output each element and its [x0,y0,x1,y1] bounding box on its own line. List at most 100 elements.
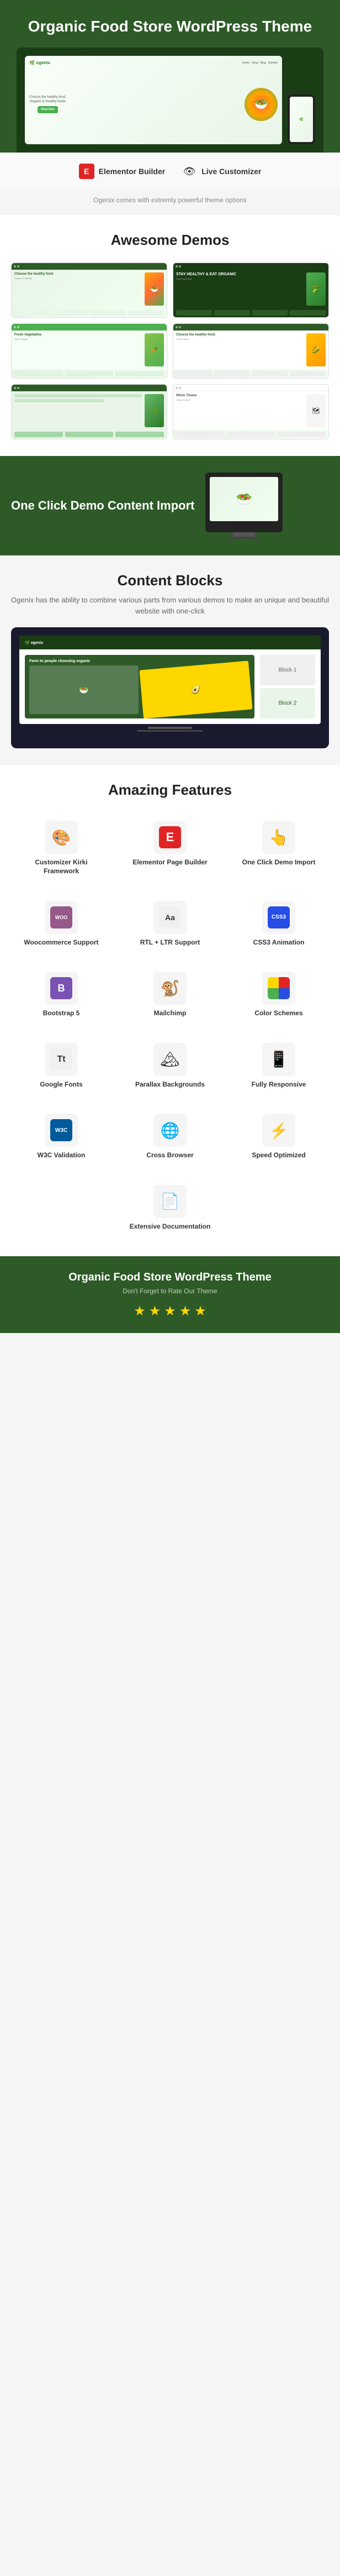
rtl-card-label: RTL + LTR Support [140,938,200,947]
feature-docs: 📄 Extensive Documentation [120,1177,220,1240]
monitor-screen: 🥗 [210,477,278,521]
features-bar: E Elementor Builder 👁 Live Customizer [0,153,340,191]
one-click-monitor: 🥗 [205,473,283,539]
rtl-icon: Aa [153,901,187,934]
feature-responsive: 📱 Fully Responsive [229,1035,329,1098]
laptop-hero-text: Choose the healthy food. Organic & Healt… [29,96,66,113]
customizer-label: Live Customizer [201,167,261,176]
elementor-icon: E [79,164,94,179]
color-schemes-icon [262,972,295,1005]
content-blocks-desc: Ogenix has the ability to combine variou… [11,595,329,616]
one-click-title: One Click Demo Content Import [11,498,194,514]
content-blocks-section: Content Blocks Ogenix has the ability to… [0,555,340,765]
google-fonts-card-label: Google Fonts [40,1080,82,1089]
feature-customizer: 🎨 Customizer Kirki Framework [11,812,111,884]
demos-title: Awesome Demos [11,232,329,249]
feature-woocommerce: WOO Woocommerce Support [11,893,111,956]
demo-thumb-5[interactable]: 🌿 [11,384,167,439]
responsive-icon: 📱 [262,1043,295,1076]
star-2: ★ [149,1303,161,1319]
woo-icon: WOO [45,901,78,934]
customizer-card-label: Customizer Kirki Framework [17,858,106,875]
one-click-card-label: One Click Demo Import [242,858,316,867]
responsive-card-label: Fully Responsive [252,1080,306,1089]
elementor-card-label: Elementor Page Builder [132,858,207,867]
color-schemes-card-label: Color Schemes [254,1009,302,1018]
demo-thumb-6[interactable]: White Theme Clean minimal 🗺 [173,384,329,439]
star-3: ★ [164,1303,176,1319]
w3c-icon: W3C [45,1114,78,1147]
speed-icon: ⚡ [262,1114,295,1147]
amazing-features-title: Amazing Features [11,781,329,799]
laptop-showcase: 🌿 ogenix Farm to people choosing organic… [11,627,329,748]
star-4: ★ [179,1303,192,1319]
features-grid: 🎨 Customizer Kirki Framework E Elementor… [11,812,329,1239]
monitor-base [227,537,261,539]
laptop-logo: 🌿 ogenix [29,60,50,65]
one-click-icon: 👆 [262,821,295,854]
one-click-section: One Click Demo Content Import 🥗 [0,456,340,555]
elementor-label: Elementor Builder [99,167,166,176]
monitor-stand [233,532,255,537]
eye-icon: 👁 [182,164,197,179]
customizer-feature: 👁 Live Customizer [182,164,261,179]
feature-google-fonts: Tt Google Fonts [11,1035,111,1098]
footer-tagline: Don't Forget to Rate Our Theme [11,1287,329,1295]
stars-row: ★ ★ ★ ★ ★ [11,1303,329,1319]
star-5: ★ [194,1303,206,1319]
parallax-icon: 🏔 [153,1043,187,1076]
phone-mockup: 🌿 [288,95,315,144]
features-description: Ogenix comes with extremly powerful them… [0,191,340,215]
cross-browser-card-label: Cross Browser [146,1151,193,1160]
feature-one-click: 👆 One Click Demo Import [229,812,329,884]
phone-screen: 🌿 [290,97,313,142]
feature-speed: ⚡ Speed Optimized [229,1105,329,1168]
css3-icon: CSS3 [262,901,295,934]
bootstrap-card-label: Bootstrap 5 [43,1009,80,1018]
mailchimp-icon: 🐒 [153,972,187,1005]
feature-cross-browser: 🌐 Cross Browser [120,1105,220,1168]
customizer-icon: 🎨 [45,821,78,854]
speed-card-label: Speed Optimized [252,1151,305,1160]
demos-section: Awesome Demos Choose the healthy food. O… [0,215,340,456]
feature-w3c: W3C W3C Validation [11,1105,111,1168]
footer-title: Organic Food Store WordPress Theme [11,1270,329,1284]
header-section: Organic Food Store WordPress Theme 🌿 oge… [0,0,340,153]
woo-card-label: Woocommerce Support [24,938,98,947]
feature-elementor: E Elementor Page Builder [120,812,220,884]
demo-thumb-1[interactable]: Choose the healthy food. Organic & Healt… [11,263,167,318]
laptop-nav: HomeShopBlogContact [242,61,278,65]
page-title: Organic Food Store WordPress Theme [11,17,329,36]
footer-section: Organic Food Store WordPress Theme Don't… [0,1256,340,1333]
demo-thumb-4[interactable]: Choose the healthy food. Farm to table 🌽 [173,323,329,379]
laptop-fruits-icon: 🥗 [245,88,278,121]
demo-thumb-3[interactable]: Fresh Vegetables 100% Organic 🥕 [11,323,167,379]
feature-parallax: 🏔 Parallax Backgrounds [120,1035,220,1098]
feature-mailchimp: 🐒 Mailchimp [120,963,220,1026]
mailchimp-card-label: Mailchimp [154,1009,187,1018]
one-click-text: One Click Demo Content Import [11,498,194,514]
docs-card-label: Extensive Documentation [130,1223,211,1231]
demo-thumb-2[interactable]: STAY HEALTHY & EAT ORGANIC Fresh farm fo… [173,263,329,318]
feature-css3: CSS3 CSS3 Animation [229,893,329,956]
header-mockup: 🌿 ogenix HomeShopBlogContact Choose the … [17,48,323,153]
feature-bootstrap: B Bootstrap 5 [11,963,111,1026]
content-blocks-title: Content Blocks [11,572,329,589]
monitor-frame: 🥗 [205,473,283,532]
star-1: ★ [134,1303,146,1319]
cross-browser-icon: 🌐 [153,1114,187,1147]
docs-icon: 📄 [153,1185,187,1218]
w3c-card-label: W3C Validation [38,1151,86,1160]
amazing-features-section: Amazing Features 🎨 Customizer Kirki Fram… [0,765,340,1256]
laptop-screen: 🌿 ogenix HomeShopBlogContact Choose the … [25,56,282,144]
laptop-showcase-screen: 🌿 ogenix Farm to people choosing organic… [19,636,321,724]
showcase-logo: 🌿 ogenix [25,641,43,645]
elementor-card-icon: E [153,821,187,854]
feature-color-schemes: Color Schemes [229,963,329,1026]
parallax-card-label: Parallax Backgrounds [135,1080,205,1089]
elementor-feature: E Elementor Builder [79,164,166,179]
google-fonts-icon: Tt [45,1043,78,1076]
css3-card-label: CSS3 Animation [253,938,305,947]
feature-rtl: Aa RTL + LTR Support [120,893,220,956]
demos-grid: Choose the healthy food. Organic & Healt… [11,263,329,439]
